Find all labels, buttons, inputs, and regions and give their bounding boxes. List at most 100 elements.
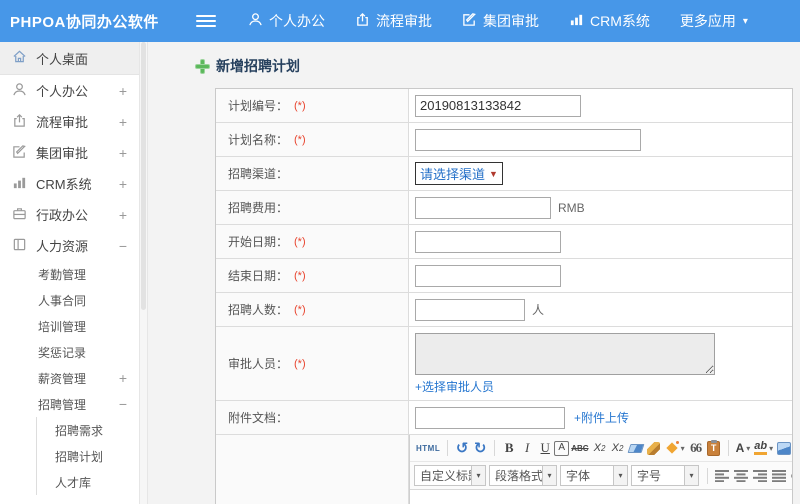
autotype-button[interactable]: A — [554, 440, 570, 456]
sidebar-item-personal-office[interactable]: 个人办公 + — [0, 75, 139, 106]
approver-textarea[interactable] — [415, 333, 715, 375]
nav-label: 流程审批 — [376, 13, 432, 29]
clipboard-icon: T — [707, 439, 721, 456]
strikethrough-button[interactable]: ABC — [569, 438, 590, 458]
headcount-label: 招聘人数： — [228, 303, 289, 317]
sidebar-scrollbar[interactable] — [139, 42, 148, 504]
underline-button[interactable]: U — [536, 438, 554, 458]
caret-down-icon: ▾ — [613, 466, 627, 485]
nav-workflow-approval[interactable]: 流程审批 — [355, 11, 432, 31]
end-date-input[interactable] — [415, 264, 561, 287]
headcount-unit: 人 — [532, 303, 545, 317]
home-icon — [12, 49, 36, 67]
auto-format-button[interactable]: ▾ — [663, 438, 687, 458]
expand-minus[interactable]: − — [119, 396, 127, 412]
expand-plus[interactable]: + — [119, 145, 127, 161]
align-center-button[interactable] — [732, 466, 751, 486]
form-row-approver: 审批人员： (*) +选择审批人员 — [216, 327, 792, 401]
sidebar-item-label: 个人桌面 — [36, 51, 89, 67]
sidebar-item-attendance[interactable]: 考勤管理 — [0, 261, 139, 287]
sidebar-item-desktop[interactable]: 个人桌面 — [0, 42, 139, 75]
user-icon — [248, 12, 269, 30]
form-row-editor: HTML ↺ ↻ B I U A ABC X2 X 2 ▾ 66 T A ▾ a… — [216, 435, 792, 504]
attachment-label: 附件文档： — [228, 411, 289, 425]
sidebar-item-reward-record[interactable]: 奖惩记录 — [0, 339, 139, 365]
sidebar-item-salary[interactable]: 薪资管理 + — [0, 365, 139, 391]
bold-button[interactable]: B — [500, 438, 518, 458]
sidebar-item-group-approval[interactable]: 集团审批 + — [0, 137, 139, 168]
font-size-select[interactable]: 字号 ▾ — [631, 465, 699, 486]
sidebar-item-label: 个人办公 — [36, 84, 89, 99]
paragraph-format-select[interactable]: 段落格式 ▾ — [489, 465, 557, 486]
undo-button[interactable]: ↺ — [453, 438, 471, 458]
sidebar-item-training[interactable]: 培训管理 — [0, 313, 139, 339]
caret-down-icon: ▼ — [489, 168, 498, 179]
headcount-input[interactable] — [415, 298, 525, 321]
expand-plus[interactable]: + — [119, 207, 127, 223]
flow-icon — [12, 113, 36, 131]
sidebar-item-talent-pool[interactable]: 人才库 — [37, 469, 139, 495]
nav-crm-system[interactable]: CRM系统 — [569, 11, 650, 31]
channel-select[interactable]: 请选择渠道 ▼ — [415, 162, 503, 185]
nav-more-apps[interactable]: 更多应用 ▾ — [680, 11, 748, 31]
format-brush-button[interactable] — [645, 438, 663, 458]
nav-group-approval[interactable]: 集团审批 — [462, 11, 539, 31]
plan-name-input[interactable] — [415, 128, 641, 151]
blockquote-button[interactable]: 66 — [687, 438, 705, 458]
editor-toolbar-row1: HTML ↺ ↻ B I U A ABC X2 X 2 ▾ 66 T A ▾ a… — [410, 435, 792, 462]
insert-link-button[interactable] — [789, 466, 792, 486]
flow-icon — [355, 12, 376, 30]
caret-down-icon: ▾ — [746, 443, 751, 453]
expand-plus[interactable]: + — [119, 114, 127, 130]
font-family-select[interactable]: 字体 ▾ — [560, 465, 628, 486]
menu-toggle-icon[interactable] — [196, 12, 216, 30]
superscript-button[interactable]: X2 — [591, 438, 609, 458]
expand-minus[interactable]: − — [119, 238, 127, 254]
insert-image-button[interactable] — [775, 438, 792, 458]
user-icon — [12, 82, 36, 100]
app-logo: PHPOA协同办公软件 — [10, 13, 159, 31]
scrollbar-thumb[interactable] — [141, 42, 146, 310]
custom-title-select[interactable]: 自定义标题 ▾ — [414, 465, 486, 486]
fee-input[interactable] — [415, 196, 551, 219]
eraser-button[interactable] — [627, 438, 645, 458]
align-left-button[interactable] — [713, 466, 732, 486]
source-code-button[interactable]: HTML — [414, 438, 442, 458]
sidebar-item-recruit-mgmt[interactable]: 招聘管理 − — [0, 391, 139, 417]
attachment-upload-link[interactable]: +附件上传 — [574, 409, 629, 426]
required-mark: (*) — [294, 303, 306, 316]
sidebar-item-hr-contract[interactable]: 人事合同 — [0, 287, 139, 313]
caret-down-icon: ▾ — [471, 466, 485, 485]
sidebar-item-workflow-approval[interactable]: 流程审批 + — [0, 106, 139, 137]
sidebar-item-admin-office[interactable]: 行政办公 + — [0, 199, 139, 230]
sidebar-item-hr[interactable]: 人力资源 − — [0, 230, 139, 261]
attachment-input[interactable] — [415, 406, 565, 429]
nav-personal-office[interactable]: 个人办公 — [248, 11, 325, 31]
subscript-button[interactable]: X2 — [609, 438, 627, 458]
redo-button[interactable]: ↻ — [471, 438, 489, 458]
sidebar-item-recruit-need[interactable]: 招聘需求 — [37, 417, 139, 443]
highlight-color-button[interactable]: ab ▾ — [752, 438, 775, 458]
sidebar-item-label: 行政办公 — [36, 208, 89, 223]
paste-button[interactable]: T — [705, 438, 723, 458]
start-date-input[interactable] — [415, 230, 561, 253]
align-right-button[interactable] — [751, 466, 770, 486]
sidebar-item-recruit-plan[interactable]: 招聘计划 — [37, 443, 139, 469]
fee-label: 招聘费用： — [228, 201, 289, 215]
sidebar-item-crm[interactable]: CRM系统 + — [0, 168, 139, 199]
plan-no-input[interactable] — [415, 94, 581, 117]
expand-plus[interactable]: + — [119, 176, 127, 192]
expand-plus[interactable]: + — [119, 83, 127, 99]
italic-button[interactable]: I — [518, 438, 536, 458]
font-color-button[interactable]: A ▾ — [734, 438, 753, 458]
align-justify-button[interactable] — [770, 466, 789, 486]
choose-approver-link[interactable]: +选择审批人员 — [415, 378, 494, 395]
nav-label: 个人办公 — [269, 13, 325, 29]
sidebar-recruit-submenu: 招聘需求 招聘计划 人才库 — [36, 417, 139, 495]
sidebar-item-label: CRM系统 — [36, 177, 92, 192]
bar-chart-icon — [12, 175, 36, 193]
expand-plus[interactable]: + — [119, 370, 127, 386]
page-title: 新增招聘计划 — [196, 56, 800, 76]
editor-content-area[interactable] — [410, 490, 792, 504]
app-window: PHPOA协同办公软件 个人办公 流程审批 集团审批 CRM系统 更多应用 ▾ — [0, 0, 800, 504]
